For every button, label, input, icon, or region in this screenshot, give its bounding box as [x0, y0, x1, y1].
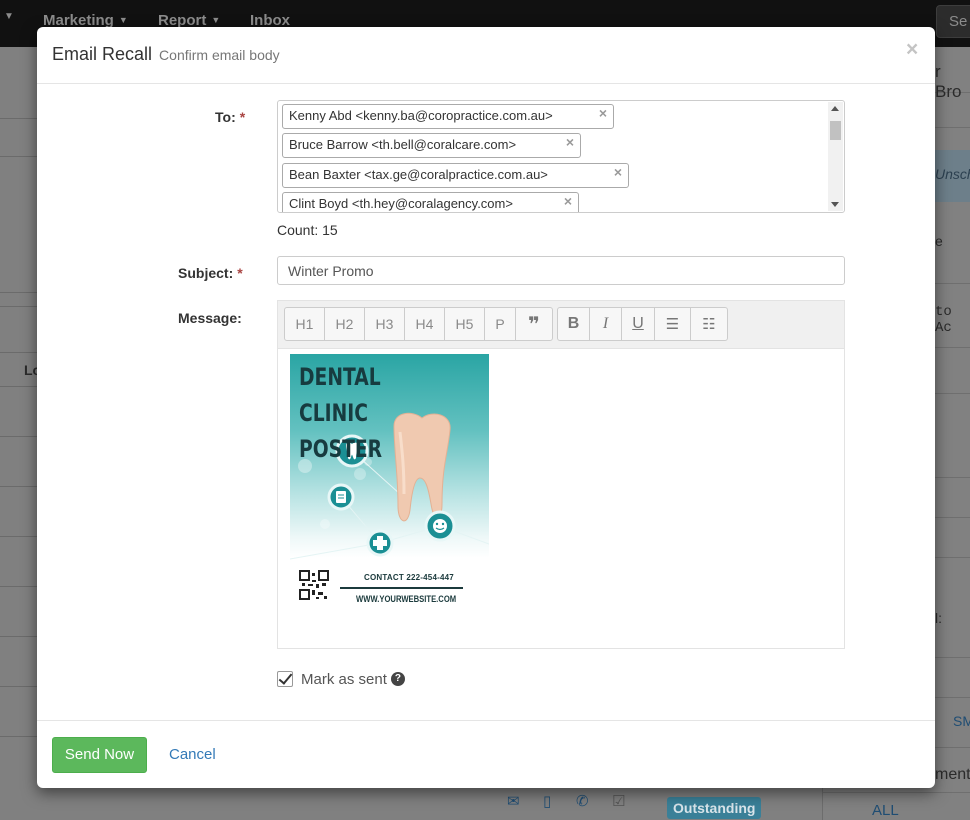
- poster-website: WWW.YOURWEBSITE.COM: [356, 594, 457, 604]
- poster-contact: CONTACT 222-454-447: [364, 573, 454, 582]
- mark-as-sent-row: Mark as sent ?: [277, 669, 405, 689]
- email-recall-modal: Email Recall Confirm email body × To: * K…: [37, 27, 935, 788]
- remove-recipient-icon[interactable]: ×: [599, 105, 607, 121]
- subject-input[interactable]: [277, 256, 845, 285]
- blockquote-icon[interactable]: ❞: [516, 308, 552, 340]
- send-now-button[interactable]: Send Now: [52, 737, 147, 773]
- bg-fragment: r Bro: [935, 62, 962, 101]
- close-icon[interactable]: ×: [906, 39, 918, 60]
- underline-icon[interactable]: U: [622, 308, 655, 340]
- numbered-list-icon[interactable]: ☷: [691, 308, 727, 340]
- mobile-icon[interactable]: ▯: [543, 792, 551, 810]
- remove-recipient-icon[interactable]: ×: [614, 164, 622, 180]
- poster-title: DENTAL CLINIC POSTER: [299, 363, 383, 463]
- editor-content[interactable]: DENTAL CLINIC POSTER CONTACT 222-454-447…: [278, 349, 844, 648]
- modal-title: Email Recall Confirm email body: [52, 44, 280, 65]
- modal-title-text: Email Recall: [52, 44, 153, 64]
- h4-button[interactable]: H4: [405, 308, 445, 340]
- bg-tab-all[interactable]: ALL: [872, 802, 899, 819]
- recipients-field[interactable]: Kenny Abd <kenny.ba@coropractice.com.au>…: [277, 100, 845, 213]
- status-badge: Outstanding: [667, 797, 762, 819]
- format-button-group: B I U ☰ ☷: [557, 307, 728, 341]
- subject-label: Subject: *: [178, 265, 243, 281]
- bg-fragment: ments: [935, 766, 970, 783]
- bg-fragment: e: [935, 233, 943, 249]
- italic-icon[interactable]: I: [590, 308, 622, 340]
- h1-button[interactable]: H1: [285, 308, 325, 340]
- dental-clinic-poster-image: DENTAL CLINIC POSTER CONTACT 222-454-447…: [290, 354, 489, 609]
- h2-button[interactable]: H2: [325, 308, 365, 340]
- question-circle-icon[interactable]: ?: [390, 672, 405, 686]
- heading-button-group: H1 H2 H3 H4 H5 P ❞: [284, 307, 553, 341]
- scroll-down-icon[interactable]: [831, 202, 839, 207]
- modal-footer: Send Now Cancel: [37, 720, 935, 788]
- modal-header: Email Recall Confirm email body ×: [37, 27, 935, 84]
- poster-divider: [340, 587, 463, 589]
- remove-recipient-icon[interactable]: ×: [566, 134, 574, 150]
- bold-icon[interactable]: B: [558, 308, 590, 340]
- recipient-chip[interactable]: Kenny Abd <kenny.ba@coropractice.com.au>…: [282, 104, 614, 129]
- recipient-chip[interactable]: Clint Boyd <th.hey@coralagency.com> ×: [282, 192, 579, 212]
- scroll-up-icon[interactable]: [831, 106, 839, 111]
- mark-as-sent-label[interactable]: Mark as sent: [301, 671, 387, 688]
- message-label: Message:: [178, 310, 242, 326]
- recipients-scrollbar[interactable]: [828, 102, 843, 211]
- to-label: To: *: [215, 109, 246, 125]
- paragraph-button[interactable]: P: [485, 308, 516, 340]
- phone-icon[interactable]: ✆: [576, 792, 589, 810]
- caret-down-icon[interactable]: ▼: [4, 11, 14, 22]
- remove-recipient-icon[interactable]: ×: [564, 193, 572, 209]
- calendar-check-icon[interactable]: ☑: [612, 792, 625, 810]
- nav-search-input[interactable]: Se: [936, 5, 970, 38]
- cancel-link[interactable]: Cancel: [169, 746, 216, 763]
- editor-toolbar: H1 H2 H3 H4 H5 P ❞ B I U ☰ ☷: [278, 301, 844, 349]
- bg-fragment: SM: [953, 713, 970, 729]
- mark-as-sent-checkbox[interactable]: [277, 671, 293, 687]
- message-editor[interactable]: H1 H2 H3 H4 H5 P ❞ B I U ☰ ☷ DENTAL CLIN…: [277, 300, 845, 649]
- h5-button[interactable]: H5: [445, 308, 485, 340]
- envelope-icon[interactable]: ✉: [507, 792, 520, 810]
- bg-fragment: Unsche: [935, 166, 970, 182]
- h3-button[interactable]: H3: [365, 308, 405, 340]
- recipient-chip[interactable]: Bean Baxter <tax.ge@coralpractice.com.au…: [282, 163, 629, 188]
- bullet-list-icon[interactable]: ☰: [655, 308, 691, 340]
- recipient-chip[interactable]: Bruce Barrow <th.bell@coralcare.com> ×: [282, 133, 581, 158]
- scroll-thumb[interactable]: [830, 121, 841, 140]
- bg-fragment: to Ac: [935, 304, 952, 336]
- bg-fragment: l:: [935, 610, 942, 626]
- modal-subtitle: Confirm email body: [159, 47, 280, 63]
- recipient-count: Count: 15: [277, 222, 338, 238]
